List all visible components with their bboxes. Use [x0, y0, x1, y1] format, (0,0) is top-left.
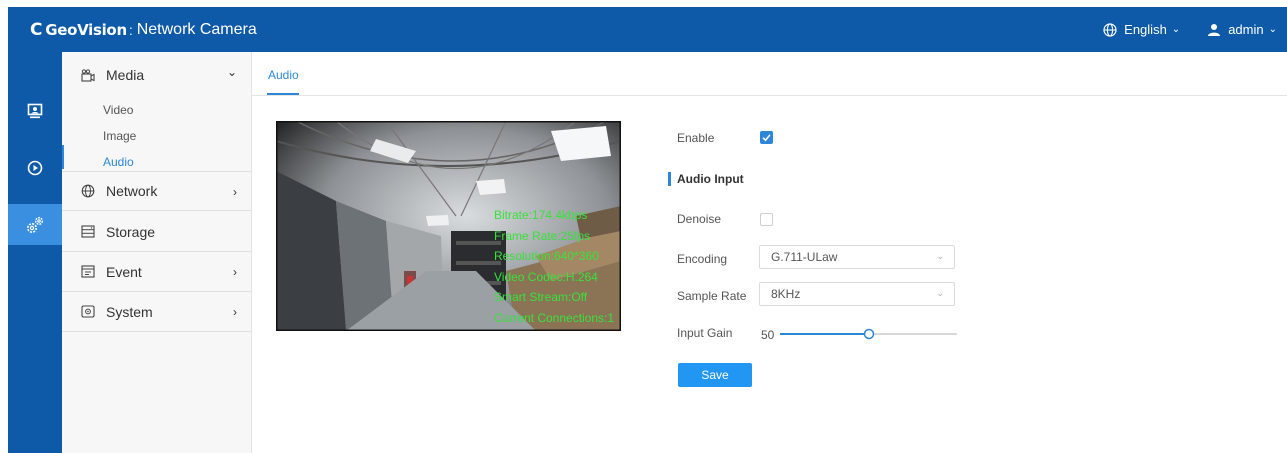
input-gain-value: 50	[761, 328, 775, 342]
event-icon	[80, 265, 96, 278]
rail-playback[interactable]	[8, 150, 62, 186]
chevron-down-icon: ⌄	[1268, 24, 1277, 35]
playback-icon	[27, 160, 43, 176]
top-header: C GeoVision : Network Camera English ⌄ ad…	[8, 7, 1287, 52]
video-osd-overlay: Bitrate:174.4kbps Frame Rate:25fps Resol…	[494, 205, 614, 328]
geovision-logo: C GeoVision	[30, 20, 127, 40]
sidebar-label-storage: Storage	[106, 223, 156, 240]
user-menu[interactable]: admin ⌄	[1207, 22, 1277, 37]
language-selector[interactable]: English ⌄	[1103, 22, 1180, 37]
sample-rate-select[interactable]: 8KHz ⌄	[759, 282, 955, 306]
enable-label: Enable	[677, 131, 715, 145]
user-name: admin	[1228, 22, 1264, 37]
encoding-select[interactable]: G.711-ULaw ⌄	[759, 245, 955, 269]
chevron-right-icon: ›	[233, 185, 237, 199]
osd-line: Frame Rate:25fps	[494, 228, 591, 243]
system-icon	[80, 305, 96, 318]
user-icon	[1208, 23, 1221, 36]
osd-line: Video Codec:H.264	[494, 269, 598, 284]
rail-live-view[interactable]	[8, 93, 62, 129]
live-video-preview: Bitrate:174.4kbps Frame Rate:25fps Resol…	[276, 121, 621, 331]
save-button[interactable]: Save	[678, 363, 752, 387]
tab-audio[interactable]: Audio	[268, 68, 299, 82]
slider-handle[interactable]	[863, 328, 875, 340]
audio-input-section-title: Audio Input	[668, 172, 744, 186]
sidebar-item-audio[interactable]: Audio	[103, 155, 134, 169]
sidebar-group-network[interactable]: Network ›	[62, 171, 251, 211]
sidebar-group-system[interactable]: System ›	[62, 292, 251, 332]
storage-icon	[80, 225, 96, 238]
osd-line: Current Connections:1	[494, 310, 615, 325]
brand-separator: :	[128, 22, 133, 38]
sidebar-item-video[interactable]: Video	[103, 103, 133, 117]
tab-bar: Audio	[252, 52, 1287, 96]
main-content: Audio Bitrate:174.4kbps Frame Rate:25fps…	[252, 52, 1287, 453]
osd-line: Bitrate:174.4kbps	[494, 208, 588, 222]
sidebar-item-image[interactable]: Image	[103, 129, 136, 143]
sidebar-label-system: System	[106, 303, 153, 320]
chevron-right-icon: ›	[233, 265, 237, 279]
chevron-down-icon: ⌄	[1171, 24, 1181, 35]
osd-line: Smart Stream:Off	[494, 290, 588, 304]
sidebar-label-network: Network	[106, 183, 158, 199]
app-title: Network Camera	[136, 21, 257, 38]
osd-line: Resolution:640*360	[494, 249, 599, 263]
encoding-value: G.711-ULaw	[771, 250, 838, 264]
denoise-checkbox[interactable]	[760, 213, 773, 226]
brand: C GeoVision : Network Camera	[30, 19, 257, 41]
chevron-down-icon: ⌄	[936, 288, 944, 298]
section-title-text: Audio Input	[677, 172, 744, 186]
denoise-label: Denoise	[677, 212, 722, 226]
sample-rate-label: Sample Rate	[677, 289, 747, 303]
sample-rate-value: 8KHz	[771, 287, 801, 301]
input-gain-label: Input Gain	[677, 326, 733, 340]
globe-icon	[80, 184, 96, 198]
enable-checkbox[interactable]	[760, 131, 773, 144]
camera-icon	[80, 68, 96, 82]
sidebar-group-media[interactable]: Media ⌄	[62, 55, 251, 95]
settings-icon	[27, 216, 43, 233]
live-view-icon	[27, 103, 43, 119]
icon-rail	[8, 52, 62, 453]
sidebar-label-event: Event	[106, 263, 142, 280]
active-tab-underline	[267, 93, 299, 95]
chevron-down-icon: ⌄	[226, 65, 237, 79]
sidebar-label-media: Media	[106, 67, 145, 83]
encoding-label: Encoding	[677, 252, 728, 266]
checkmark-icon	[762, 134, 771, 142]
active-item-marker	[62, 145, 64, 169]
rail-settings[interactable]	[8, 204, 62, 245]
section-accent-bar	[668, 172, 671, 186]
chevron-right-icon: ›	[233, 305, 237, 319]
globe-icon	[1103, 22, 1117, 37]
input-gain-slider[interactable]	[780, 324, 957, 344]
settings-sidebar: Media ⌄ Video Image Audio Network › Stor…	[62, 52, 252, 453]
sidebar-group-storage[interactable]: Storage	[62, 212, 251, 252]
chevron-down-icon: ⌄	[936, 251, 944, 261]
sidebar-group-event[interactable]: Event ›	[62, 252, 251, 292]
language-label: English	[1124, 22, 1167, 37]
